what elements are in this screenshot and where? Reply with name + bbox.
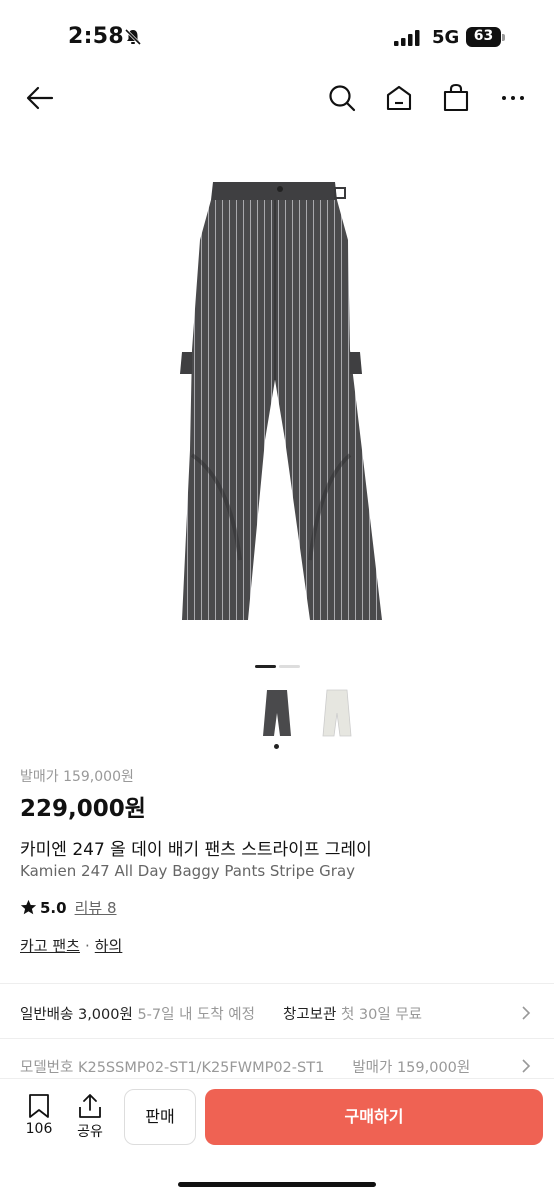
shipping-label: 일반배송 3,000원: [20, 1007, 133, 1023]
home-icon[interactable]: [383, 82, 415, 114]
search-icon[interactable]: [326, 82, 358, 114]
more-icon[interactable]: [497, 82, 529, 114]
thumbnail-gray[interactable]: [262, 688, 292, 738]
sell-button[interactable]: 판매: [124, 1089, 196, 1145]
rating: 5.0 리뷰 8: [20, 897, 117, 918]
share-label: 공유: [77, 1124, 103, 1140]
category-links: 카고 팬츠 · 하의: [20, 937, 123, 955]
category-link-cargo[interactable]: 카고 팬츠: [20, 937, 80, 955]
share-icon: [79, 1094, 101, 1118]
original-price: 발매가 159,000원: [20, 769, 134, 785]
back-arrow-icon[interactable]: [24, 82, 56, 114]
signal-icon: [394, 30, 420, 46]
status-bar: 2:58 5G 63: [0, 0, 554, 70]
shopping-bag-icon[interactable]: [440, 82, 472, 114]
price: 229,000원: [20, 796, 146, 822]
model-row[interactable]: 모델번호 K25SSMP02-ST1/K25FWMP02-ST1 발매가 159,…: [20, 1056, 514, 1077]
share-button[interactable]: 공유: [70, 1093, 110, 1141]
bookmark-count: 106: [25, 1121, 53, 1137]
bookmark-button[interactable]: 106: [19, 1093, 59, 1137]
home-indicator: [178, 1182, 376, 1187]
model-release-price: 발매가 159,000원: [352, 1060, 471, 1076]
network-type: 5G: [432, 27, 460, 48]
thumbnail-white[interactable]: [322, 688, 352, 738]
battery-level: 63: [473, 28, 494, 44]
carousel-indicator: [255, 665, 301, 668]
thumbnail-selected-dot: [274, 744, 279, 749]
thumbnail-strip: [0, 688, 554, 758]
star-icon: [20, 899, 37, 915]
clock: 2:58: [68, 24, 124, 49]
shipping-eta: 5-7일 내 도착 예정: [137, 1007, 255, 1023]
battery-icon: 63: [466, 27, 506, 47]
product-image-carousel[interactable]: [0, 130, 554, 660]
top-nav: [0, 70, 554, 126]
storage-note: 첫 30일 무료: [340, 1007, 423, 1023]
model-number: 모델번호 K25SSMP02-ST1/K25FWMP02-ST1: [20, 1060, 325, 1076]
review-link[interactable]: 리뷰 8: [75, 897, 117, 918]
chevron-right-icon[interactable]: [520, 1006, 532, 1020]
shipping-row[interactable]: 일반배송 3,000원 5-7일 내 도착 예정 창고보관 첫 30일 무료: [20, 1003, 540, 1024]
product-title-ko: 카미엔 247 올 데이 배기 팬츠 스트라이프 그레이: [20, 840, 372, 860]
buy-button[interactable]: 구매하기: [205, 1089, 543, 1145]
storage-label: 창고보관: [283, 1007, 337, 1023]
product-image: [180, 182, 382, 620]
divider: [0, 1038, 554, 1039]
divider: [0, 983, 554, 984]
chevron-right-icon[interactable]: [520, 1059, 532, 1073]
bookmark-icon: [29, 1094, 49, 1118]
silent-bell-icon: [124, 28, 142, 46]
product-title-en: Kamien 247 All Day Baggy Pants Stripe Gr…: [20, 862, 356, 880]
category-link-bottoms[interactable]: 하의: [95, 937, 123, 955]
rating-score: 5.0: [40, 898, 67, 917]
